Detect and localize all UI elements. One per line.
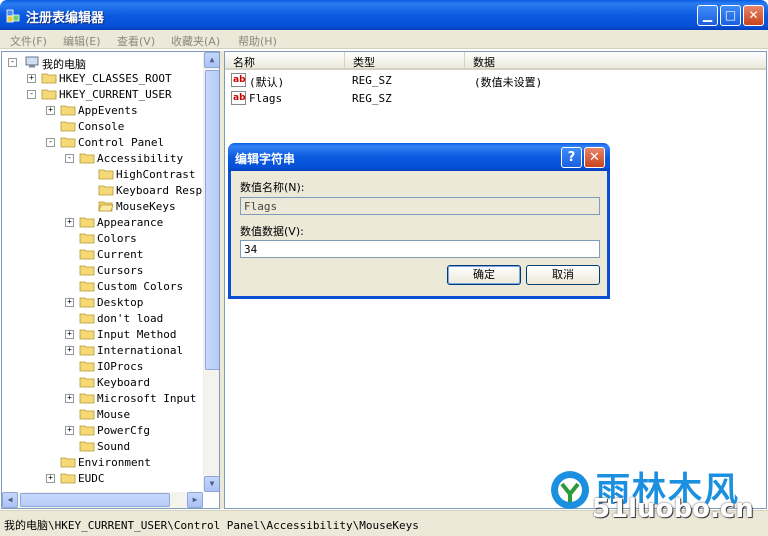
menu-file[interactable]: 文件(F) [10, 33, 47, 49]
value-row[interactable]: ab Flags REG_SZ [225, 90, 765, 107]
value-data-label: 数值数据(V): [240, 225, 304, 238]
column-header-data[interactable]: 数据 [465, 52, 766, 70]
menu-bar: 文件(F) 编辑(E) 查看(V) 收藏夹(A) 帮助(H) [0, 30, 768, 49]
tree-item-label: Accessibility [97, 152, 184, 165]
tree-item-label: International [97, 344, 184, 357]
ok-button[interactable]: 确定 [447, 265, 521, 285]
arrow-up-icon: ▲ [209, 55, 215, 64]
menu-edit[interactable]: 编辑(E) [63, 33, 101, 49]
tree-vertical-scrollbar[interactable]: ▲ ▼ [203, 52, 219, 492]
close-icon: ✕ [589, 150, 600, 165]
expand-icon[interactable]: + [46, 474, 55, 483]
expand-icon[interactable]: + [65, 298, 74, 307]
tree-item-label: Input Method [97, 328, 177, 341]
tree-item-label: Microsoft Input D [97, 392, 210, 405]
maximize-icon: □ [724, 8, 737, 22]
tree-item-label: Mouse [97, 408, 131, 421]
arrow-down-icon: ▼ [209, 479, 215, 488]
cancel-button[interactable]: 取消 [526, 265, 600, 285]
value-name: (默认) [249, 76, 285, 89]
dialog-close-button[interactable]: ✕ [584, 147, 605, 168]
string-value-icon: ab [231, 91, 246, 105]
maximize-button[interactable]: □ [720, 5, 741, 26]
menu-favorites[interactable]: 收藏夹(A) [171, 33, 220, 49]
tree-item-label: Colors [97, 232, 137, 245]
tree-horizontal-scrollbar[interactable]: ◀ ▶ [2, 492, 203, 508]
column-header-type[interactable]: 类型 [345, 52, 465, 70]
minimize-icon: ▁ [702, 8, 713, 22]
tree-item-label: Keyboard Respo [116, 184, 209, 197]
tree-item-label: 我的电脑 [42, 58, 86, 71]
value-name: Flags [249, 92, 283, 105]
expand-icon[interactable]: + [65, 346, 74, 355]
value-row[interactable]: ab (默认) REG_SZ (数值未设置) [225, 72, 765, 89]
dialog-title: 编辑字符串 [235, 152, 296, 166]
tree-item-label: HighContrast [116, 168, 196, 181]
tree-item-label: HKEY_CURRENT_USER [59, 88, 172, 101]
status-path: 我的电脑\HKEY_CURRENT_USER\Control Panel\Acc… [4, 519, 419, 532]
arrow-left-icon: ◀ [7, 495, 13, 504]
scroll-right-button[interactable]: ▶ [187, 492, 203, 508]
close-button[interactable]: ✕ [743, 5, 764, 26]
scroll-thumb[interactable] [205, 70, 219, 370]
tree-item-label: Keyboard [97, 376, 150, 389]
menu-view[interactable]: 查看(V) [117, 33, 155, 49]
watermark-site-text: 51luobo.cn [592, 494, 754, 524]
menu-help[interactable]: 帮助(H) [238, 33, 277, 49]
value-type: REG_SZ [352, 92, 392, 105]
scroll-down-button[interactable]: ▼ [204, 476, 219, 492]
hscroll-thumb[interactable] [20, 493, 170, 507]
column-header-name[interactable]: 名称 [225, 52, 345, 70]
dialog-help-button[interactable]: ? [561, 147, 582, 168]
value-name-label: 数值名称(N): [240, 181, 305, 194]
scroll-left-button[interactable]: ◀ [2, 492, 18, 508]
tree-item-label: MouseKeys [116, 200, 176, 213]
value-name-field: Flags [240, 197, 600, 215]
close-icon: ✕ [748, 8, 759, 22]
title-bar: 注册表编辑器 ▁ □ ✕ [0, 0, 768, 30]
tree-item-label: IOProcs [97, 360, 144, 373]
collapse-icon[interactable]: - [46, 138, 55, 147]
string-value-icon: ab [231, 73, 246, 87]
scroll-up-button[interactable]: ▲ [204, 52, 219, 68]
expand-icon[interactable]: + [65, 426, 74, 435]
expand-icon[interactable]: + [65, 330, 74, 339]
tree-item-label: don't load [97, 312, 164, 325]
computer-icon [25, 56, 39, 68]
tree-item-label: Sound [97, 440, 131, 453]
expand-icon[interactable]: + [65, 394, 74, 403]
tree-item-label: PowerCfg [97, 424, 150, 437]
regedit-icon [6, 9, 20, 23]
value-data: (数值未设置) [474, 76, 543, 89]
watermark-logo-icon [551, 471, 589, 509]
expand-icon[interactable]: + [65, 218, 74, 227]
value-type: REG_SZ [352, 74, 392, 87]
tree-item-label: Appearance [97, 216, 164, 229]
tree-item-label: Cursors [97, 264, 144, 277]
tree-item-label: EUDC [78, 472, 105, 485]
expand-icon[interactable]: + [27, 74, 36, 83]
dialog-title-bar: 编辑字符串 ? ✕ [228, 143, 610, 171]
tree-item-label: Current [97, 248, 144, 261]
collapse-icon[interactable]: - [65, 154, 74, 163]
expand-icon[interactable]: + [46, 106, 55, 115]
tree-item-label: Custom Colors [97, 280, 184, 293]
tree-item-label: AppEvents [78, 104, 138, 117]
collapse-icon[interactable]: - [27, 90, 36, 99]
tree-item-label: HKEY_CLASSES_ROOT [59, 72, 172, 85]
tree-item-label: Control Panel [78, 136, 165, 149]
arrow-right-icon: ▶ [192, 495, 198, 504]
collapse-icon[interactable]: - [8, 58, 17, 67]
minimize-button[interactable]: ▁ [697, 5, 718, 26]
tree-item-label: Console [78, 120, 125, 133]
edit-string-dialog: 编辑字符串 ? ✕ 数值名称(N): Flags 数值数据(V): 34 确定 … [228, 143, 610, 299]
value-data-input[interactable]: 34 [240, 240, 600, 258]
help-icon: ? [567, 150, 576, 165]
key-tree[interactable]: - 我的电脑 + HKEY_CLASSES_ROOT - HKEY_CURRENT_USE… [1, 51, 220, 509]
watermark: 雨林木风 51luobo.cn [540, 458, 768, 530]
tree-item-label: Desktop [97, 296, 144, 309]
window-title: 注册表编辑器 [26, 11, 105, 26]
tree-item-label: Environment [78, 456, 151, 469]
